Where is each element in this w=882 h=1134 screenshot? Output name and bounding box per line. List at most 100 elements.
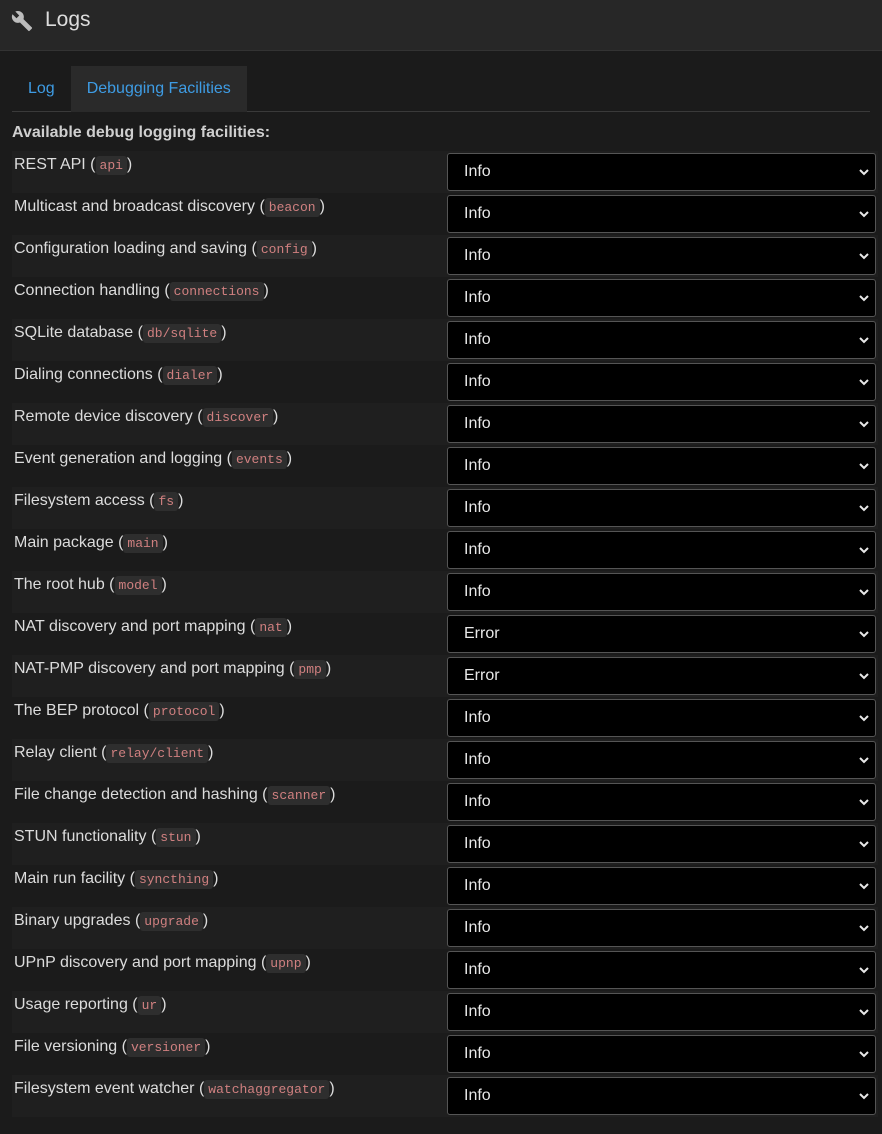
chevron-down-icon <box>859 841 869 848</box>
chevron-down-icon <box>859 295 869 302</box>
chevron-down-icon <box>859 421 869 428</box>
chevron-down-icon <box>859 505 869 512</box>
facility-label: SQLite database (db/sqlite) <box>12 319 229 348</box>
paren-close: ) <box>161 996 167 1013</box>
facility-code: upnp <box>266 954 306 973</box>
log-level-select[interactable]: Info <box>447 1035 876 1073</box>
facility-row: File change detection and hashing (scann… <box>12 781 878 823</box>
paren-open: ( <box>133 324 143 341</box>
facility-description: The BEP protocol <box>14 702 140 719</box>
facility-row: Binary upgrades (upgrade) Info <box>12 907 878 949</box>
log-level-value: Info <box>464 751 491 768</box>
facility-label: Connection handling (connections) <box>12 277 271 306</box>
paren-open: ( <box>146 828 157 845</box>
log-level-select[interactable]: Info <box>447 321 876 359</box>
chevron-down-icon <box>859 589 869 596</box>
log-level-select[interactable]: Info <box>447 993 876 1031</box>
facility-code: nat <box>255 618 287 637</box>
page-title: Logs <box>45 8 91 31</box>
tab-debugging-facilities[interactable]: Debugging Facilities <box>70 66 247 112</box>
log-level-select[interactable]: Error <box>447 657 876 695</box>
chevron-down-icon <box>859 211 869 218</box>
facility-label: NAT discovery and port mapping (nat) <box>12 613 294 642</box>
facility-description: Main package <box>14 534 114 551</box>
facility-code: stun <box>156 828 196 847</box>
paren-close: ) <box>319 198 325 215</box>
chevron-down-icon <box>859 883 869 890</box>
facility-description: UPnP discovery and port mapping <box>14 954 257 971</box>
log-level-value: Info <box>464 457 491 474</box>
paren-open: ( <box>159 282 170 299</box>
paren-open: ( <box>245 618 256 635</box>
facility-description: Connection handling <box>14 282 160 299</box>
facility-code: api <box>95 156 127 175</box>
log-level-select[interactable]: Info <box>447 825 876 863</box>
facility-label: Multicast and broadcast discovery (beaco… <box>12 193 327 222</box>
facility-description: Main run facility <box>14 870 126 887</box>
facility-row: Filesystem access (fs) Info <box>12 487 878 529</box>
facility-code: model <box>114 576 162 595</box>
facility-row: Event generation and logging (events) Inf… <box>12 445 878 487</box>
facility-description: REST API <box>14 156 86 173</box>
paren-open: ( <box>125 870 135 887</box>
log-level-select[interactable]: Error <box>447 615 876 653</box>
paren-open: ( <box>192 408 203 425</box>
log-level-select[interactable]: Info <box>447 783 876 821</box>
facility-description: File change detection and hashing <box>14 786 258 803</box>
log-level-value: Error <box>464 667 500 684</box>
chevron-down-icon <box>859 715 869 722</box>
facility-description: STUN functionality <box>14 828 147 845</box>
paren-close: ) <box>219 702 225 719</box>
paren-open: ( <box>255 198 265 215</box>
log-level-select[interactable]: Info <box>447 363 876 401</box>
paren-close: ) <box>325 660 332 677</box>
facility-code: connections <box>169 282 264 301</box>
log-level-select[interactable]: Info <box>447 573 876 611</box>
facility-code: db/sqlite <box>142 324 222 343</box>
log-level-select[interactable]: Info <box>447 951 876 989</box>
facility-row: STUN functionality (stun) Info <box>12 823 878 865</box>
log-level-select[interactable]: Info <box>447 195 876 233</box>
log-level-select[interactable]: Info <box>447 153 876 191</box>
log-level-select[interactable]: Info <box>447 279 876 317</box>
wrench-icon <box>11 11 33 32</box>
facility-row: Configuration loading and saving (config… <box>12 235 878 277</box>
log-level-select[interactable]: Info <box>447 1077 876 1115</box>
facility-row: Main package (main) Info <box>12 529 878 571</box>
paren-close: ) <box>330 786 336 803</box>
facility-row: REST API (api) Info <box>12 151 878 193</box>
log-level-value: Info <box>464 163 491 180</box>
facility-label: Binary upgrades (upgrade) <box>12 907 210 936</box>
paren-close: ) <box>305 954 311 971</box>
log-level-select[interactable]: Info <box>447 447 876 485</box>
tab-log[interactable]: Log <box>12 66 71 112</box>
log-level-select[interactable]: Info <box>447 741 876 779</box>
log-level-select[interactable]: Info <box>447 489 876 527</box>
chevron-down-icon <box>859 1009 869 1016</box>
facility-label: Remote device discovery (discover) <box>12 403 280 432</box>
log-level-select[interactable]: Info <box>447 531 876 569</box>
log-level-value: Info <box>464 919 491 936</box>
facility-description: Configuration loading and saving <box>14 240 248 257</box>
log-level-select[interactable]: Info <box>447 405 876 443</box>
paren-open: ( <box>284 660 295 677</box>
facility-row: Usage reporting (ur) Info <box>12 991 878 1033</box>
log-level-value: Info <box>464 961 491 978</box>
facility-row: The root hub (model) Info <box>12 571 878 613</box>
facility-row: Filesystem event watcher (watchaggregato… <box>12 1075 878 1117</box>
log-level-select[interactable]: Info <box>447 699 876 737</box>
chevron-down-icon <box>859 1093 869 1100</box>
facility-description: The root hub <box>14 576 105 593</box>
log-level-select[interactable]: Info <box>447 867 876 905</box>
paren-open: ( <box>194 1080 205 1097</box>
log-level-select[interactable]: Info <box>447 909 876 947</box>
chevron-down-icon <box>859 757 869 764</box>
facility-description: Dialing connections <box>14 366 153 383</box>
log-level-value: Info <box>464 289 491 306</box>
facility-description: Usage reporting <box>14 996 128 1013</box>
facility-code: events <box>231 450 287 469</box>
log-level-select[interactable]: Info <box>447 237 876 275</box>
facility-code: protocol <box>148 702 220 721</box>
facility-label: File change detection and hashing (scann… <box>12 781 337 810</box>
facility-code: watchaggregator <box>204 1080 330 1099</box>
